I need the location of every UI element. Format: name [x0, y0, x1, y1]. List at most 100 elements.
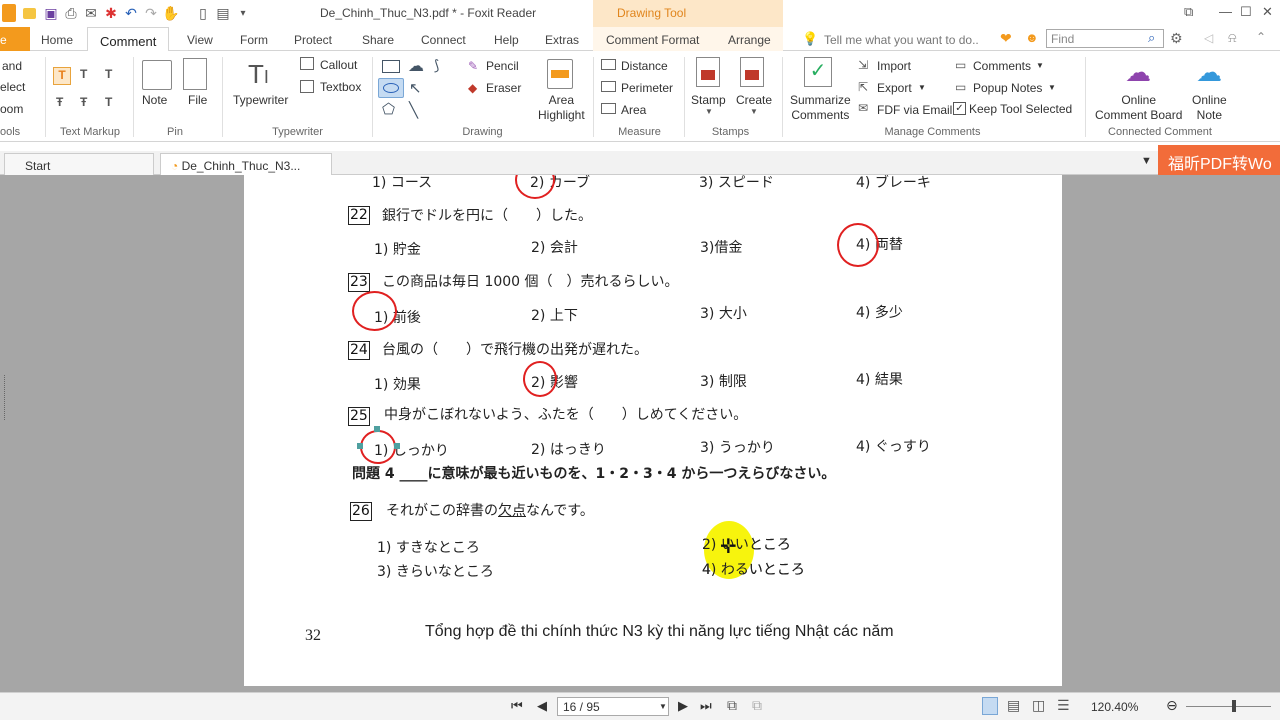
- page-number-input[interactable]: 16 / 95: [557, 697, 669, 716]
- answer-circle[interactable]: [352, 291, 397, 331]
- online-note-button[interactable]: Online Note: [1192, 93, 1227, 123]
- bell-icon[interactable]: ⍾: [1228, 30, 1237, 46]
- perimeter-button[interactable]: Perimeter: [621, 81, 673, 95]
- polygon-line-icon[interactable]: ⟆: [434, 57, 439, 74]
- selection-handle[interactable]: [357, 443, 363, 449]
- online-comment-board-button[interactable]: Online Comment Board: [1095, 93, 1182, 123]
- tell-me-input[interactable]: Tell me what you want to do..: [824, 33, 979, 47]
- open-icon[interactable]: [20, 4, 38, 22]
- selected-answer-circle[interactable]: [360, 430, 396, 464]
- keep-tool-label[interactable]: Keep Tool Selected: [969, 102, 1072, 116]
- comments-button[interactable]: Comments: [973, 59, 1031, 73]
- prev-page-icon[interactable]: ◀: [537, 698, 547, 714]
- arrow-icon[interactable]: ↖: [409, 79, 422, 97]
- zoom-slider-thumb[interactable]: [1232, 700, 1236, 712]
- fdf-email-icon[interactable]: ✉: [858, 101, 868, 115]
- answer-circle[interactable]: [515, 175, 555, 199]
- popup-notes-dropdown-icon[interactable]: ▼: [1048, 83, 1056, 92]
- left-splitter[interactable]: [4, 375, 7, 420]
- next-page-icon[interactable]: ▶: [678, 698, 688, 714]
- zoom-level[interactable]: 120.40%: [1091, 700, 1138, 714]
- save-icon[interactable]: ▣: [42, 4, 60, 22]
- tab-start[interactable]: Start: [4, 153, 154, 175]
- summarize-icon[interactable]: ✓: [804, 57, 832, 87]
- next-view-icon[interactable]: ⧉: [752, 697, 762, 714]
- nav-back-icon[interactable]: ◁: [1204, 31, 1213, 45]
- create-dropdown-icon[interactable]: ▼: [750, 107, 758, 116]
- file-button[interactable]: File: [188, 93, 207, 107]
- first-page-icon[interactable]: ⏮: [511, 698, 523, 714]
- underline-icon[interactable]: T: [105, 67, 112, 81]
- highlight-text-icon[interactable]: T: [53, 67, 71, 85]
- selection-handle[interactable]: [394, 443, 400, 449]
- maximize-icon[interactable]: ☐: [1240, 4, 1252, 20]
- stamp-icon[interactable]: [696, 57, 720, 87]
- typewriter-button[interactable]: Typewriter: [233, 93, 288, 107]
- tab-share[interactable]: Share: [362, 33, 394, 47]
- tab-file[interactable]: e: [0, 27, 30, 51]
- tab-form[interactable]: Form: [240, 33, 268, 47]
- online-board-icon[interactable]: ☁: [1123, 57, 1153, 87]
- note-button[interactable]: Note: [142, 93, 167, 107]
- keep-tool-checkbox[interactable]: ✓: [953, 102, 966, 115]
- eraser-button[interactable]: Eraser: [486, 81, 521, 95]
- email-icon[interactable]: ✉: [82, 4, 100, 22]
- file-attach-icon[interactable]: [183, 58, 207, 90]
- restore-icon[interactable]: ⧉: [1184, 4, 1193, 20]
- tab-comment[interactable]: Comment: [87, 27, 170, 52]
- pencil-icon[interactable]: ✎: [468, 59, 478, 73]
- rectangle-icon[interactable]: [382, 60, 400, 73]
- page-dropdown-icon[interactable]: ▼: [659, 702, 667, 711]
- stamp-button[interactable]: Stamp: [691, 93, 726, 107]
- tab-list-dropdown-icon[interactable]: ▼: [1141, 155, 1152, 167]
- facing-page-icon[interactable]: ◫: [1032, 697, 1045, 714]
- replace-text-icon[interactable]: Ŧ: [80, 95, 87, 109]
- settings-icon[interactable]: ⚙: [1170, 30, 1183, 47]
- undo-icon[interactable]: ↶: [122, 4, 140, 22]
- tab-arrange[interactable]: Arrange: [728, 33, 771, 47]
- area-highlight-icon[interactable]: [547, 59, 573, 89]
- tab-help[interactable]: Help: [494, 33, 519, 47]
- area-measure-icon[interactable]: [601, 103, 616, 114]
- continuous-facing-icon[interactable]: ☰: [1057, 697, 1070, 714]
- textbox-icon[interactable]: [300, 80, 314, 93]
- tab-document[interactable]: ◔ De_Chinh_Thuc_N3... ✕: [160, 153, 332, 187]
- answer-circle[interactable]: [837, 223, 879, 267]
- area-measure-button[interactable]: Area: [621, 103, 646, 117]
- last-page-icon[interactable]: ⏭: [700, 698, 712, 714]
- answer-circle[interactable]: [523, 361, 557, 397]
- comments-dropdown-icon[interactable]: ▼: [1036, 61, 1044, 70]
- cloud-icon[interactable]: ☁: [408, 56, 424, 76]
- search-input[interactable]: Find: [1046, 29, 1164, 48]
- create-button[interactable]: Create: [736, 93, 772, 107]
- distance-button[interactable]: Distance: [621, 59, 668, 73]
- customize-icon[interactable]: ▾: [234, 4, 252, 22]
- popup-notes-icon[interactable]: ▭: [955, 80, 966, 94]
- single-page-icon[interactable]: [982, 697, 998, 715]
- pencil-button[interactable]: Pencil: [486, 59, 519, 73]
- callout-icon[interactable]: [300, 57, 314, 70]
- zoom-out-icon[interactable]: ⊖: [1166, 697, 1178, 714]
- pentagon-icon[interactable]: ⬠: [382, 100, 395, 118]
- search-icon[interactable]: ⌕: [1148, 30, 1155, 46]
- page-icon[interactable]: ▯: [194, 4, 212, 22]
- callout-button[interactable]: Callout: [320, 58, 357, 72]
- select-tool-label[interactable]: elect: [0, 80, 25, 94]
- export-button[interactable]: Export: [877, 81, 912, 95]
- tab-extras[interactable]: Extras: [545, 33, 579, 47]
- new-icon[interactable]: ✱: [102, 4, 120, 22]
- line-icon[interactable]: ╲: [409, 101, 418, 119]
- continuous-page-icon[interactable]: ▤: [1007, 697, 1020, 714]
- tab-view[interactable]: View: [187, 33, 213, 47]
- insert-text-icon[interactable]: T: [105, 95, 112, 109]
- eraser-icon[interactable]: ◆: [468, 81, 477, 95]
- stamp-dropdown-icon[interactable]: ▼: [705, 107, 713, 116]
- import-icon[interactable]: ⇲: [858, 58, 868, 72]
- user-icon[interactable]: ☻: [1025, 30, 1039, 45]
- area-highlight-button[interactable]: Area Highlight: [538, 93, 585, 123]
- pdf-page[interactable]: 1) コース 2) カーブ 3) スピード 4) ブレーキ 22 銀行でドルを円…: [244, 175, 1062, 686]
- print-icon[interactable]: ⎙: [62, 4, 80, 22]
- selection-handle[interactable]: [374, 426, 380, 432]
- zoom-slider[interactable]: [1186, 706, 1271, 707]
- note-icon[interactable]: [142, 60, 172, 90]
